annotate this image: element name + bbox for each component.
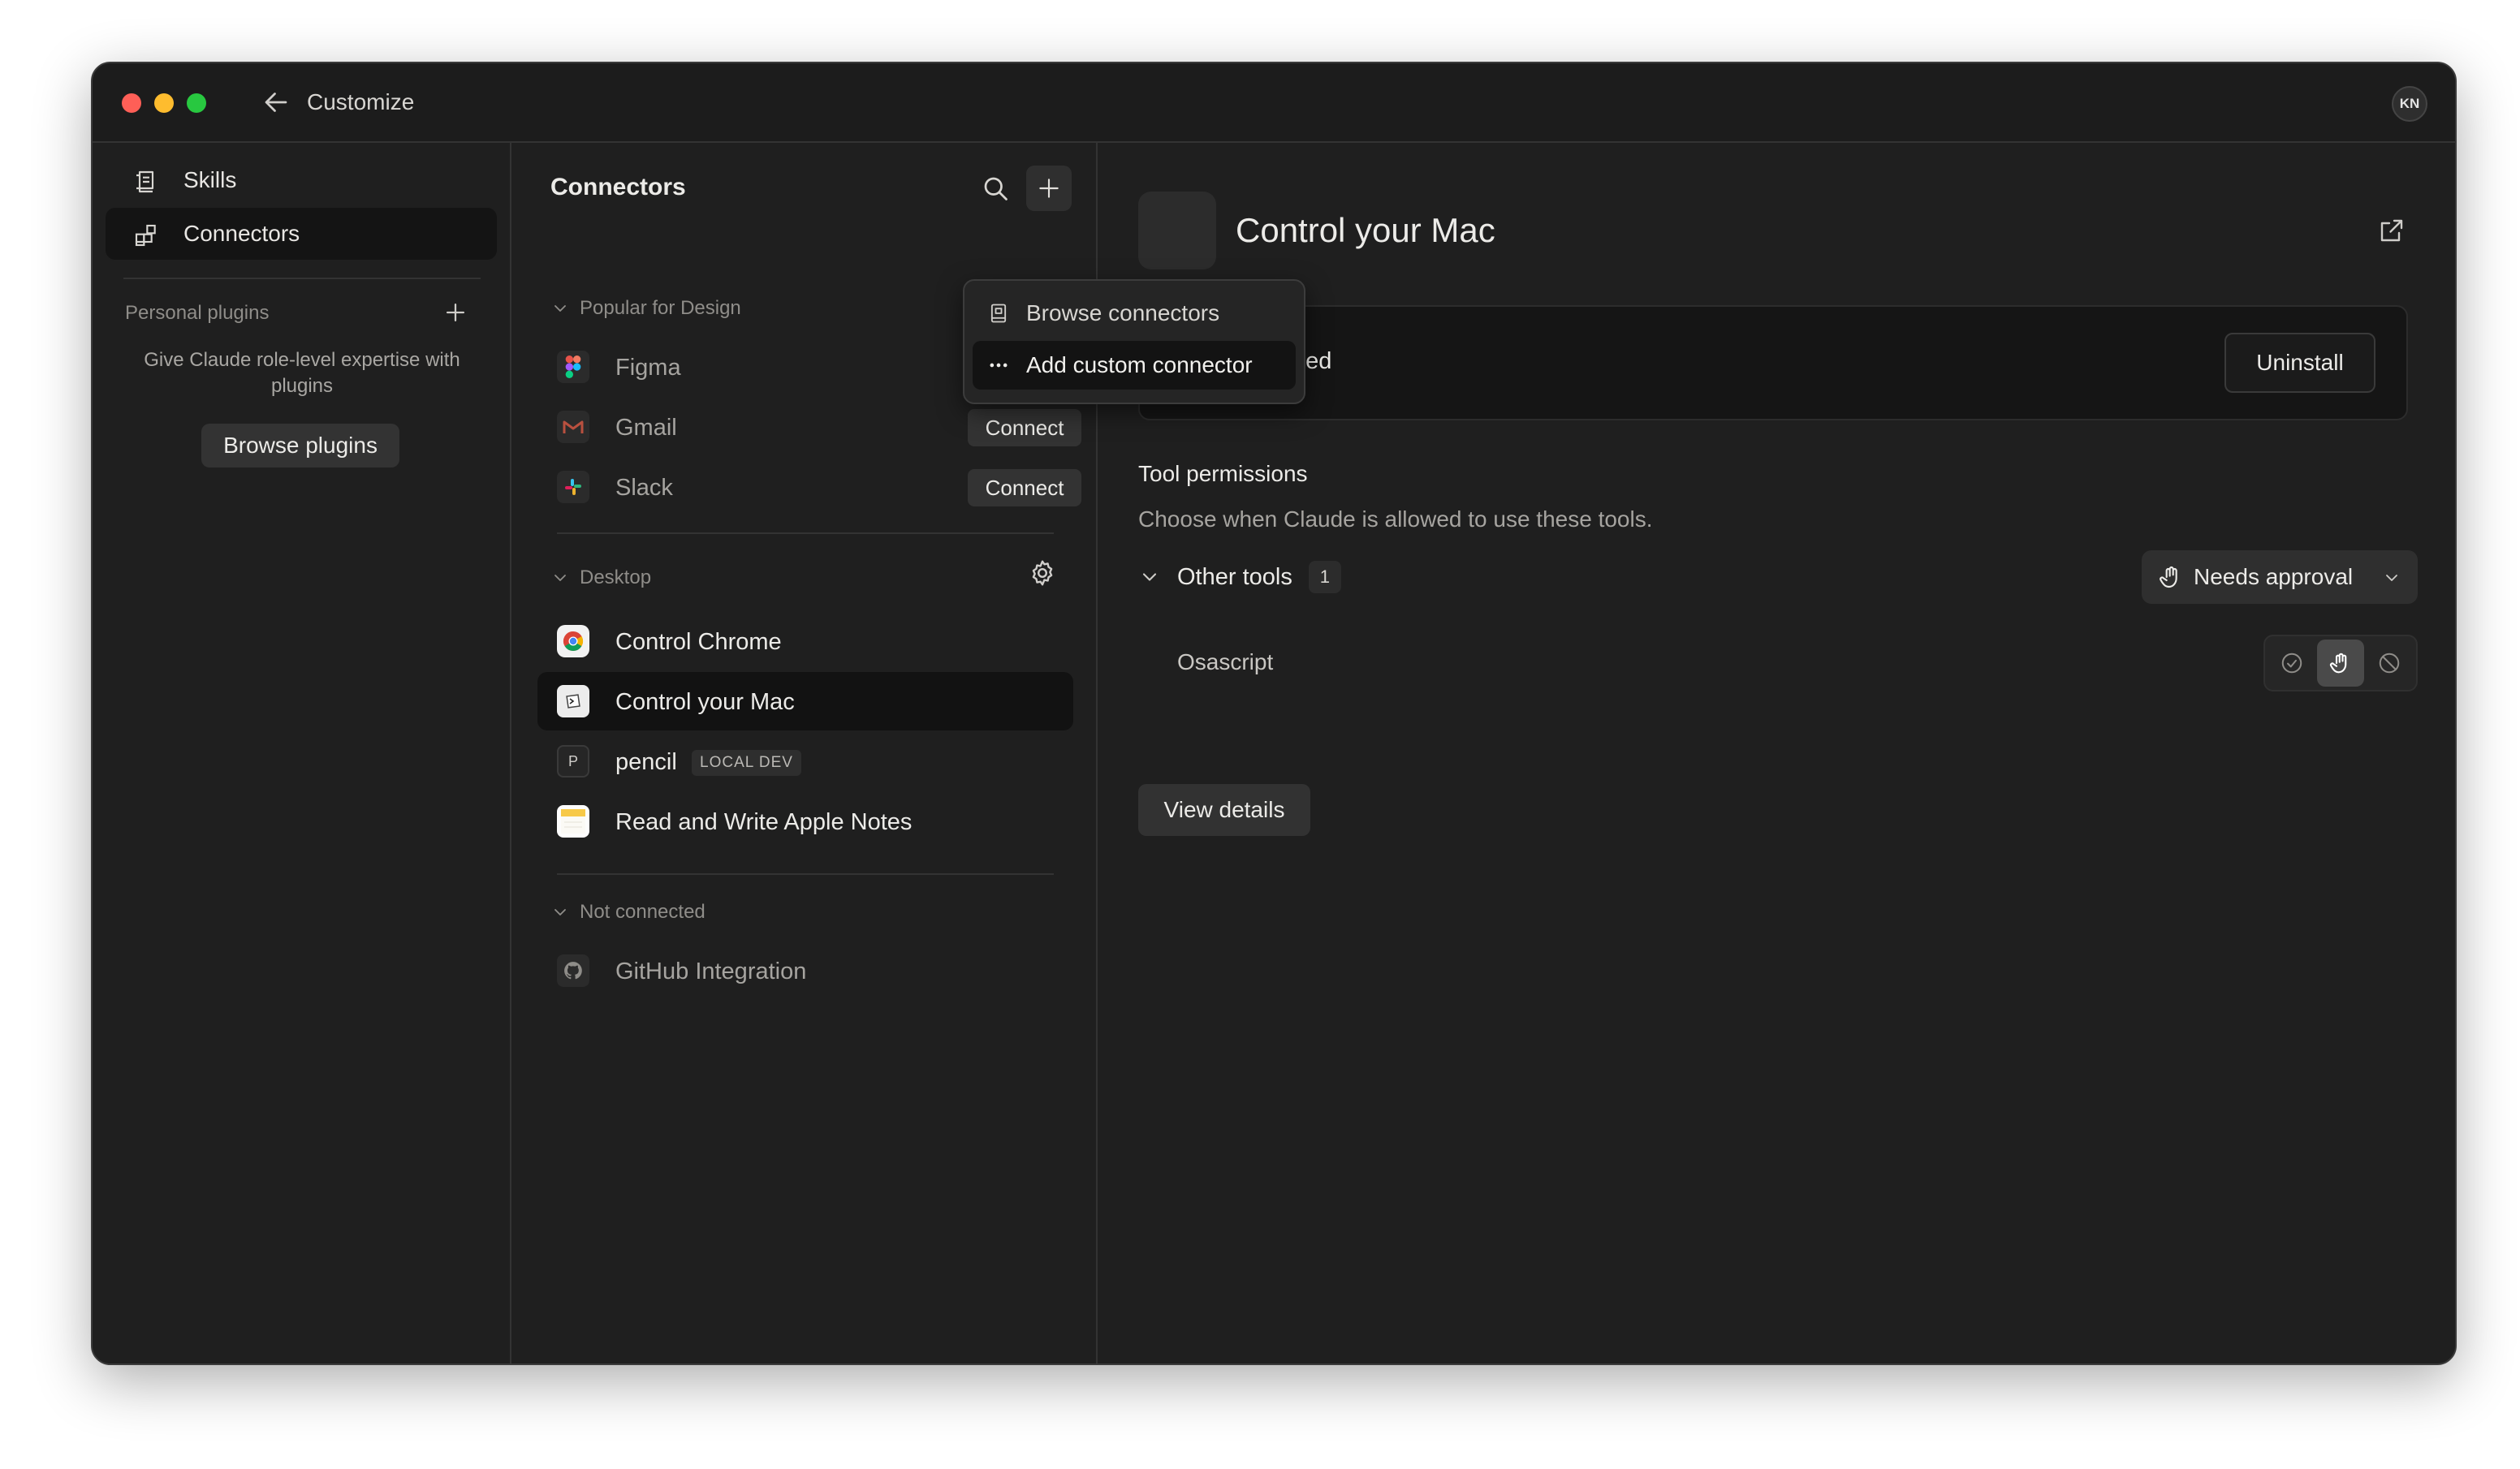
block-button[interactable] [2366,640,2413,687]
connector-row-slack[interactable]: Slack Connect [537,458,1081,516]
mac-icon [557,685,589,717]
more-dots-icon [990,363,1008,368]
connector-row-control-your-mac[interactable]: Control your Mac [537,672,1073,730]
connect-slack-button[interactable]: Connect [968,469,1081,506]
user-avatar[interactable]: KN [2392,86,2427,122]
menu-item-label: Browse connectors [1026,300,1220,325]
browse-plugins-button[interactable]: Browse plugins [201,424,399,467]
gear-icon[interactable] [1028,558,1057,588]
connectors-icon [135,224,156,247]
section-not-connected[interactable]: Not connected [550,901,706,924]
connector-row-apple-notes[interactable]: Read and Write Apple Notes [537,792,1073,851]
connector-detail-title: Control your Mac [1236,211,1495,249]
chevron-down-icon [554,909,566,915]
connector-row-github-integration[interactable]: GitHub Integration [537,941,1073,1000]
pencil-letter-icon: P [557,745,589,778]
connectors-title: Connectors [550,174,686,200]
close-window-button[interactable] [122,93,141,113]
sidebar-item-label: Connectors [183,221,300,246]
sidebar: Skills Connectors Personal plugins Give … [93,143,511,1363]
uninstall-button[interactable]: Uninstall [2224,333,2375,393]
section-divider [557,532,1054,534]
add-plugin-plus-icon[interactable] [442,299,469,326]
personal-plugins-title: Personal plugins [125,302,270,324]
view-details-button[interactable]: View details [1138,784,1310,836]
title-bar: Customize KN [93,63,2455,143]
local-dev-badge: LOCAL DEV [692,750,801,776]
connector-name: pencil [615,749,677,775]
gmail-icon [557,411,589,443]
always-allow-button[interactable] [2268,640,2315,687]
menu-item-browse-connectors[interactable]: Browse connectors [973,289,1296,338]
connector-name: Figma [615,355,681,381]
chevron-down-icon [554,575,566,581]
section-label: Desktop [580,566,652,588]
app-window: Customize KN Skills Connectors Personal … [91,62,2457,1365]
zoom-window-button[interactable] [187,93,206,113]
hand-icon [2160,566,2177,588]
skills-icon [136,170,154,193]
connector-name: Read and Write Apple Notes [615,809,913,835]
figma-icon [557,351,589,383]
search-icon[interactable] [981,174,1010,203]
connector-detail-icon [1138,192,1216,269]
github-icon [557,954,589,987]
sidebar-item-skills[interactable]: Skills [106,154,497,206]
back-arrow-icon[interactable] [261,88,291,117]
other-tools-group-toggle[interactable]: Other tools 1 [1138,557,1341,597]
chevron-down-icon [554,305,566,312]
check-circle-icon [2281,653,2302,674]
connector-name: Slack [615,475,673,501]
connector-name: Control Chrome [615,629,782,655]
slack-icon [557,471,589,503]
other-tools-label: Other tools [1177,563,1292,590]
connector-row-pencil[interactable]: P pencil LOCAL DEV [537,732,1073,791]
window-title: Customize [307,89,415,114]
group-permission-label: Needs approval [2194,564,2354,589]
sidebar-item-connectors[interactable]: Connectors [106,208,497,260]
needs-approval-button[interactable] [2317,640,2364,687]
osascript-permission-selector [2263,635,2418,691]
add-connector-button[interactable] [1026,166,1072,211]
external-link-icon[interactable] [2377,216,2406,245]
chrome-icon [557,625,589,657]
menu-item-label: Add custom connector [1026,352,1253,377]
block-icon [2379,653,2400,674]
personal-plugins-description: Give Claude role-level expertise with pl… [144,349,460,397]
hand-icon [2329,653,2347,674]
connector-name: Control your Mac [615,689,795,715]
group-permission-dropdown[interactable]: Needs approval [2142,550,2418,604]
plus-icon [1039,179,1059,198]
chevron-down-icon [2386,575,2397,581]
section-label: Not connected [580,901,706,923]
section-popular-for-design[interactable]: Popular for Design [550,297,741,320]
book-icon [990,304,1007,323]
chevron-down-icon [1142,573,1157,581]
connect-gmail-button[interactable]: Connect [968,409,1081,446]
connector-row-control-chrome[interactable]: Control Chrome [537,612,1073,670]
section-divider [557,873,1054,875]
tool-name-osascript: Osascript [1177,649,1274,674]
notes-icon [557,805,589,838]
section-label: Popular for Design [580,297,741,319]
tool-permissions-title: Tool permissions [1138,461,1308,486]
enabled-card: Enabled Uninstall [1138,305,2408,420]
connector-name: Gmail [615,415,677,441]
sidebar-divider [123,278,481,279]
tool-count-badge: 1 [1308,561,1341,593]
tool-permissions-description: Choose when Claude is allowed to use the… [1138,506,1653,532]
connector-row-gmail[interactable]: Gmail Connect [537,398,1081,456]
sidebar-item-label: Skills [183,167,237,192]
minimize-window-button[interactable] [154,93,174,113]
menu-item-add-custom-connector[interactable]: Add custom connector [973,341,1296,390]
connector-name: GitHub Integration [615,959,807,984]
section-desktop[interactable]: Desktop [550,566,651,589]
add-connector-menu: Browse connectors Add custom connector [963,279,1305,404]
